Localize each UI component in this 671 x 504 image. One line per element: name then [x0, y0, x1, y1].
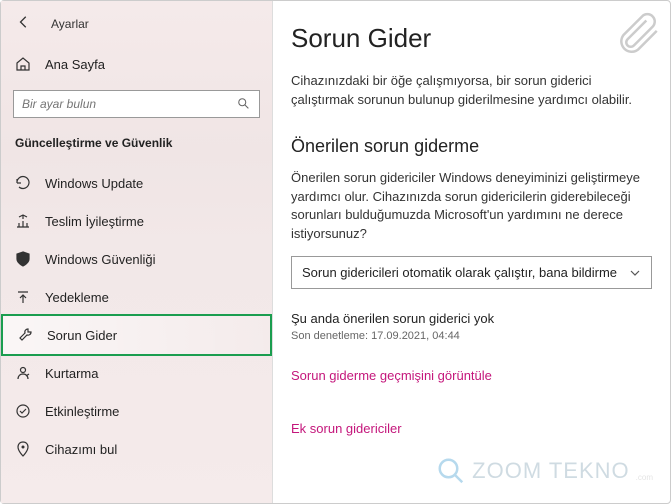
nav-item-security[interactable]: Windows Güvenliği — [1, 240, 272, 278]
wrench-icon — [17, 327, 33, 343]
search-box[interactable] — [13, 90, 260, 118]
backup-icon — [15, 289, 31, 305]
home-label: Ana Sayfa — [45, 57, 105, 72]
watermark-text: ZOOM TEKNO — [472, 458, 630, 484]
nav-label: Yedekleme — [45, 290, 109, 305]
paperclip-icon — [613, 8, 663, 63]
refresh-icon — [15, 175, 31, 191]
nav-item-find-device[interactable]: Cihazımı bul — [1, 430, 272, 468]
dropdown-value: Sorun gidericileri otomatik olarak çalış… — [302, 265, 617, 280]
nav-list: Windows Update Teslim İyileştirme Window… — [1, 164, 272, 503]
nav-label: Windows Güvenliği — [45, 252, 156, 267]
nav-label: Windows Update — [45, 176, 143, 191]
additional-troubleshooters-link[interactable]: Ek sorun gidericiler — [291, 421, 652, 436]
content-pane: Sorun Gider Cihazınızdaki bir öğe çalışm… — [273, 1, 670, 503]
check-circle-icon — [15, 403, 31, 419]
header-bar: Ayarlar — [1, 1, 272, 46]
search-icon — [237, 97, 251, 111]
nav-item-delivery[interactable]: Teslim İyileştirme — [1, 202, 272, 240]
delivery-icon — [15, 213, 31, 229]
nav-label: Teslim İyileştirme — [45, 214, 144, 229]
home-link[interactable]: Ana Sayfa — [1, 46, 272, 82]
nav-item-activation[interactable]: Etkinleştirme — [1, 392, 272, 430]
watermark-sub: .com — [636, 473, 653, 482]
page-title: Sorun Gider — [291, 23, 652, 54]
nav-label: Sorun Gider — [47, 328, 117, 343]
back-button[interactable] — [13, 11, 35, 36]
nav-item-recovery[interactable]: Kurtarma — [1, 354, 272, 392]
troubleshoot-preference-dropdown[interactable]: Sorun gidericileri otomatik olarak çalış… — [291, 256, 652, 289]
last-check-timestamp: Son denetleme: 17.09.2021, 04:44 — [291, 330, 652, 342]
recovery-icon — [15, 365, 31, 381]
nav-label: Kurtarma — [45, 366, 98, 381]
watermark: ZOOM TEKNO .com — [436, 456, 653, 486]
nav-item-windows-update[interactable]: Windows Update — [1, 164, 272, 202]
nav-item-troubleshoot[interactable]: Sorun Gider — [1, 314, 272, 356]
arrow-left-icon — [17, 15, 31, 29]
page-intro: Cihazınızdaki bir öğe çalışmıyorsa, bir … — [291, 72, 652, 110]
status-text: Şu anda önerilen sorun giderici yok — [291, 311, 652, 326]
chevron-down-icon — [629, 267, 641, 279]
nav-item-backup[interactable]: Yedekleme — [1, 278, 272, 316]
shield-icon — [15, 251, 31, 267]
magnify-icon — [436, 456, 466, 486]
section-title: Önerilen sorun giderme — [291, 136, 652, 157]
view-history-link[interactable]: Sorun giderme geçmişini görüntüle — [291, 368, 652, 383]
app-title: Ayarlar — [51, 17, 89, 31]
location-icon — [15, 441, 31, 457]
search-input[interactable] — [22, 97, 237, 111]
nav-label: Etkinleştirme — [45, 404, 119, 419]
category-header: Güncelleştirme ve Güvenlik — [1, 132, 272, 164]
nav-label: Cihazımı bul — [45, 442, 117, 457]
home-icon — [15, 56, 31, 72]
sidebar: Ayarlar Ana Sayfa Güncelleştirme ve Güve… — [1, 1, 273, 503]
section-desc: Önerilen sorun gidericiler Windows deney… — [291, 169, 652, 244]
